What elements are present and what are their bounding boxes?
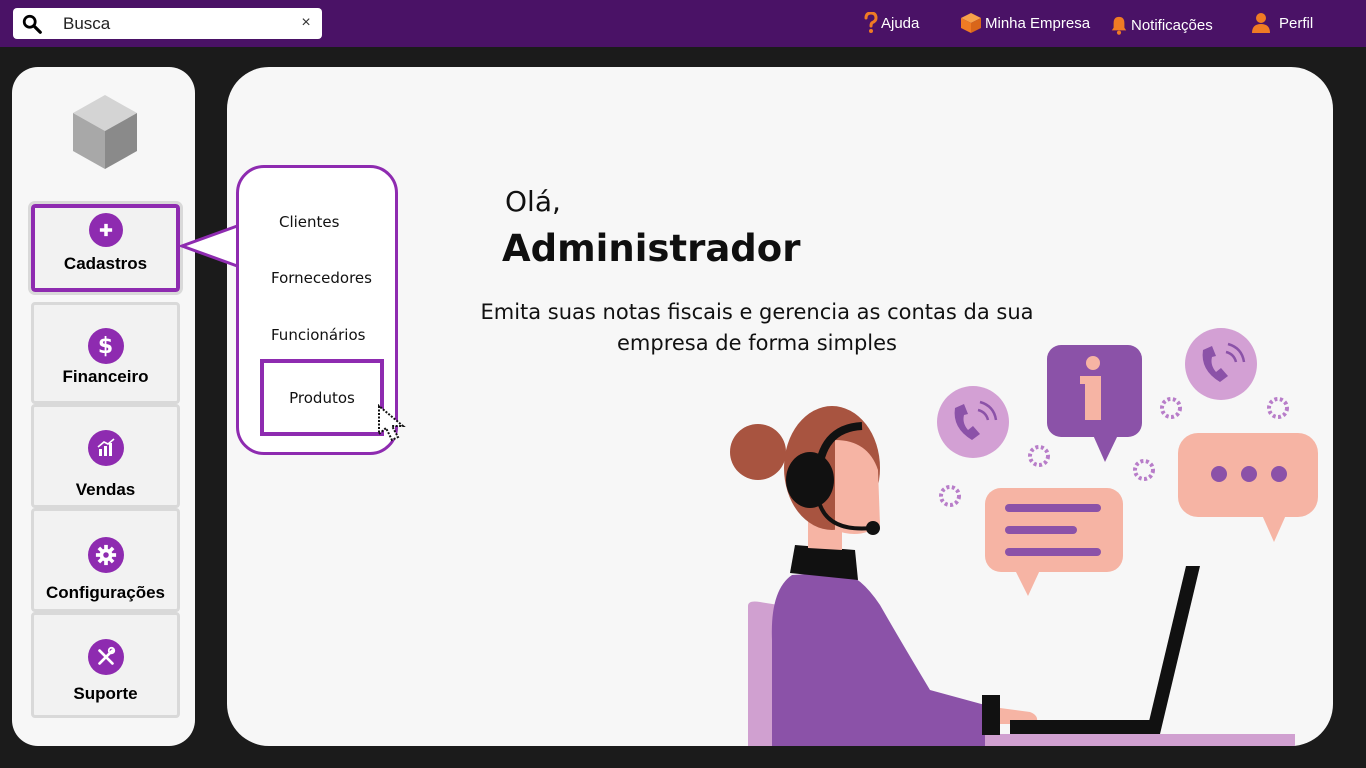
- sidebar-item-label: Financeiro: [62, 367, 149, 386]
- subtitle-line: empresa de forma simples: [617, 331, 897, 355]
- company-link[interactable]: Minha Empresa: [960, 9, 1090, 37]
- top-bar: × Ajuda Minha Empresa Notificações Perfi…: [0, 0, 1366, 47]
- profile-label: Perfil: [1279, 14, 1314, 32]
- sidebar-item-cadastros[interactable]: Cadastros: [28, 201, 183, 295]
- notifications-label: Notificações: [1131, 16, 1213, 34]
- question-icon: [864, 12, 878, 33]
- profile-link[interactable]: Perfil: [1251, 9, 1313, 37]
- box-icon: [961, 13, 981, 33]
- subtitle-line: Emita suas notas fiscais e gerencia as c…: [480, 300, 1034, 324]
- dropdown-item-clientes[interactable]: Clientes: [279, 213, 339, 231]
- dollar-icon: $: [87, 328, 124, 364]
- dropdown-pointer: [180, 222, 242, 270]
- sidebar-item-label: Configurações: [45, 583, 166, 602]
- greeting: Olá,: [505, 185, 561, 218]
- sidebar-item-suporte[interactable]: Suporte: [31, 612, 180, 718]
- cadastros-dropdown: Clientes Fornecedores Funcionários Produ…: [236, 165, 398, 455]
- logo-cube-icon: [73, 95, 137, 169]
- user-icon: [1252, 13, 1270, 33]
- company-label: Minha Empresa: [985, 14, 1091, 32]
- search-icon[interactable]: [21, 13, 43, 35]
- dropdown-item-funcionarios[interactable]: Funcionários: [271, 326, 365, 344]
- clear-search-icon[interactable]: ×: [296, 13, 316, 33]
- notifications-link[interactable]: Notificações: [1110, 11, 1213, 39]
- dropdown-item-fornecedores[interactable]: Fornecedores: [271, 269, 372, 287]
- search-input[interactable]: [63, 12, 283, 36]
- user-name: Administrador: [502, 227, 801, 270]
- search-box: ×: [13, 8, 322, 39]
- sidebar: Cadastros $ Financeiro Vendas Configuraç…: [12, 67, 195, 746]
- sidebar-item-vendas[interactable]: Vendas: [31, 404, 180, 508]
- sidebar-item-label: Vendas: [75, 480, 136, 499]
- help-label: Ajuda: [881, 14, 920, 32]
- help-link[interactable]: Ajuda: [864, 9, 919, 37]
- sidebar-item-label: Suporte: [73, 684, 138, 703]
- gear-icon: [87, 537, 124, 573]
- tools-icon: [87, 639, 124, 675]
- sidebar-item-financeiro[interactable]: $ Financeiro: [31, 302, 180, 404]
- chart-icon: [87, 430, 124, 466]
- sidebar-item-label: Cadastros: [63, 254, 148, 273]
- dropdown-item-produtos[interactable]: Produtos: [260, 359, 384, 436]
- bell-icon: [1111, 16, 1127, 35]
- subtitle: Emita suas notas fiscais e gerencia as c…: [467, 297, 1047, 359]
- sidebar-item-configuracoes[interactable]: Configurações: [31, 508, 180, 612]
- plus-icon: [88, 213, 123, 247]
- mouse-cursor-icon: [378, 404, 406, 442]
